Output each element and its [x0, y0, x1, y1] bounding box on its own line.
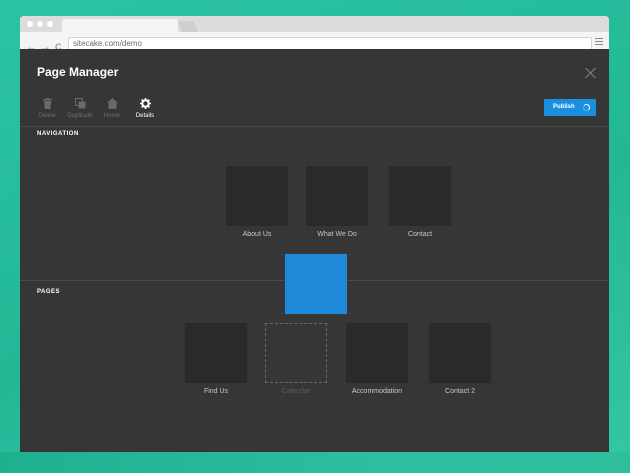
page-thumbnail — [226, 166, 288, 226]
nav-page-name: Contact — [407, 231, 433, 238]
publish-label: Publish — [553, 104, 575, 110]
window-maximize-dot[interactable] — [47, 21, 53, 27]
page-card[interactable]: Accommodation — [346, 323, 408, 395]
browser-titlebar — [20, 16, 609, 33]
navigation-heading: NAVIGATION — [37, 131, 79, 137]
nav-page-card[interactable]: Contact — [389, 166, 451, 238]
page-card[interactable]: Contact 2 — [429, 323, 491, 395]
toolbar-divider — [20, 126, 609, 127]
page-thumbnail — [346, 323, 408, 383]
close-icon[interactable] — [585, 67, 596, 78]
pages-heading: PAGES — [37, 289, 61, 295]
drop-placeholder — [265, 323, 327, 383]
menu-icon[interactable] — [595, 38, 603, 47]
page-drop-placeholder[interactable]: Calendar — [265, 323, 327, 395]
window-minimize-dot[interactable] — [37, 21, 43, 27]
page-manager-panel: Page Manager Delete Duplicate Home Detai… — [20, 49, 609, 452]
page-thumbnail — [306, 166, 368, 226]
nav-page-name: What We Do — [317, 231, 357, 238]
dragged-page-card[interactable] — [285, 254, 347, 314]
page-name: Calendar — [281, 388, 311, 395]
gear-icon — [125, 98, 165, 112]
spinner-icon — [583, 104, 590, 111]
nav-page-name: About Us — [242, 231, 272, 238]
publish-button[interactable]: Publish — [544, 99, 596, 116]
browser-tab[interactable] — [62, 19, 178, 33]
nav-page-card[interactable]: About Us — [226, 166, 288, 238]
page-background-strip — [0, 452, 630, 473]
nav-page-card[interactable]: What We Do — [306, 166, 368, 238]
page-name: Accommodation — [351, 388, 403, 395]
page-thumbnail — [389, 166, 451, 226]
page-thumbnail — [429, 323, 491, 383]
new-tab-button[interactable] — [177, 21, 199, 32]
browser-window: ← → C sitecake.com/demo Page Manager Del… — [20, 16, 609, 452]
details-label: Details — [135, 113, 155, 119]
page-thumbnail — [185, 323, 247, 383]
page-card[interactable]: Find Us — [185, 323, 247, 395]
details-button[interactable]: Details — [125, 98, 165, 119]
page-name: Contact 2 — [445, 388, 475, 395]
page-title: Page Manager — [37, 65, 119, 79]
page-name: Find Us — [203, 388, 229, 395]
window-close-dot[interactable] — [27, 21, 33, 27]
